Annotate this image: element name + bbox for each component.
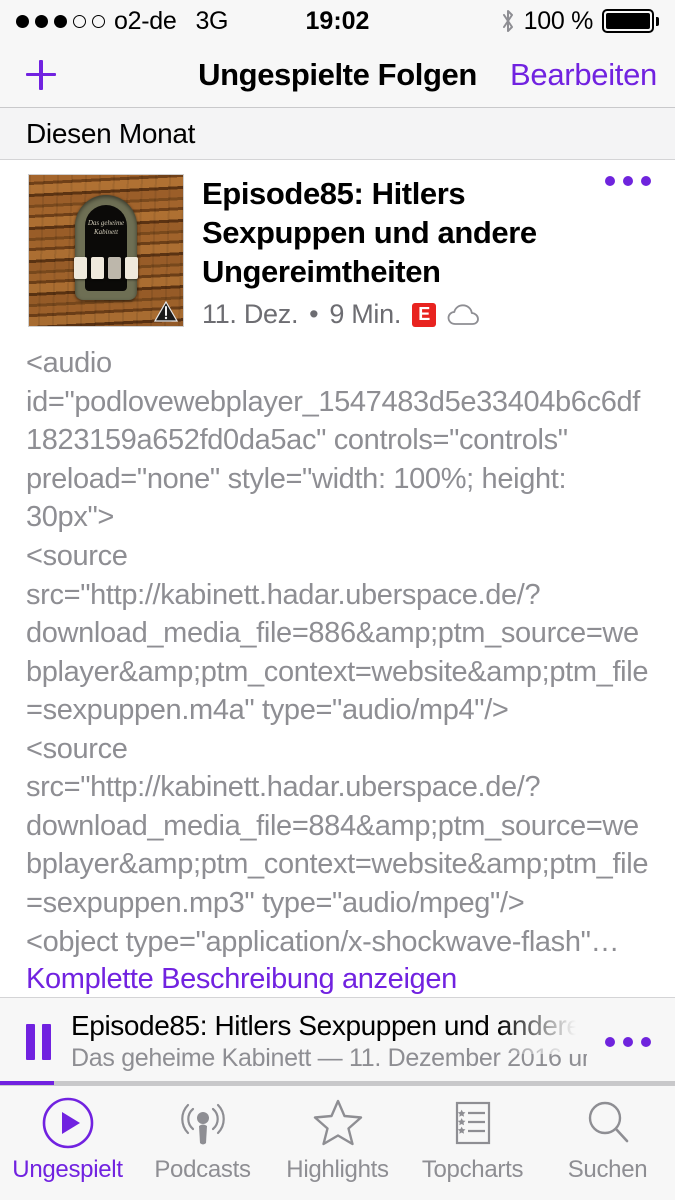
add-podcast-button[interactable] xyxy=(18,52,64,98)
tab-label: Suchen xyxy=(567,1156,648,1183)
warning-triangle-icon xyxy=(154,300,178,322)
description-line: <audio id="podlovewebplayer_1547483d5e33… xyxy=(26,347,640,534)
episode-info: Episode85: Hitlers Sexpuppen und andere … xyxy=(184,174,653,330)
episode-cell[interactable]: Das geheime Kabinett Episode85: Hitlers … xyxy=(0,160,675,1085)
tab-bar: Ungespielt Podcasts Highlights Topcharts… xyxy=(0,1085,675,1200)
status-bar-left: o2-de 3G xyxy=(16,6,229,36)
title-fade-overlay xyxy=(497,1010,587,1054)
meta-separator: • xyxy=(309,299,319,330)
play-circle-icon xyxy=(41,1095,95,1151)
artwork-title-text: Das geheime Kabinett xyxy=(87,219,125,237)
battery-icon xyxy=(602,9,659,33)
navigation-bar: Ungespielte Folgen Bearbeiten xyxy=(0,42,675,108)
star-icon xyxy=(311,1095,365,1151)
tab-label: Podcasts xyxy=(154,1156,251,1183)
tab-podcasts[interactable]: Podcasts xyxy=(135,1095,270,1184)
episode-meta-row: 11. Dez. • 9 Min. E xyxy=(202,299,645,330)
description-line: <source src="http://kabinett.hadar.ubers… xyxy=(26,539,649,727)
tab-ungespielt[interactable]: Ungespielt xyxy=(0,1095,135,1184)
status-bar-right: 100 % xyxy=(501,7,659,36)
description-line: <source src="http://kabinett.hadar.ubers… xyxy=(26,732,649,920)
network-type-label: 3G xyxy=(195,6,229,35)
cloud-download-icon[interactable] xyxy=(447,303,480,327)
section-header: Diesen Monat xyxy=(0,108,675,160)
explicit-badge: E xyxy=(412,302,437,327)
episode-date: 11. Dez. xyxy=(202,299,299,330)
episode-more-button[interactable] xyxy=(605,176,651,186)
episode-title: Episode85: Hitlers Sexpuppen und andere … xyxy=(202,176,537,290)
battery-percent-label: 100 % xyxy=(523,6,594,35)
mini-player-text: Episode85: Hitlers Sexpuppen und andere … xyxy=(71,1010,587,1073)
charts-list-icon xyxy=(446,1095,500,1151)
status-bar: o2-de 3G 19:02 100 % xyxy=(0,0,675,42)
tab-topcharts[interactable]: Topcharts xyxy=(405,1095,540,1184)
tab-highlights[interactable]: Highlights xyxy=(270,1095,405,1184)
episode-header-row: Das geheime Kabinett Episode85: Hitlers … xyxy=(0,174,675,330)
pause-button[interactable] xyxy=(26,1023,51,1060)
episode-artwork[interactable]: Das geheime Kabinett xyxy=(28,174,184,327)
artwork-keyhole: Das geheime Kabinett xyxy=(74,195,138,300)
mini-player-more-button[interactable] xyxy=(605,1036,651,1047)
episode-description: <audio id="podlovewebplayer_1547483d5e33… xyxy=(0,330,675,961)
description-line: <object type="application/x-shockwave-fl… xyxy=(26,925,620,958)
episode-duration: 9 Min. xyxy=(329,299,402,330)
show-full-description-link[interactable]: Komplette Beschreibung anzeigen xyxy=(0,961,675,996)
mini-player[interactable]: Episode85: Hitlers Sexpuppen und andere … xyxy=(0,997,675,1085)
tab-suchen[interactable]: Suchen xyxy=(540,1095,675,1184)
tab-label: Ungespielt xyxy=(12,1156,123,1183)
edit-button[interactable]: Bearbeiten xyxy=(510,57,657,93)
search-icon xyxy=(581,1095,635,1151)
podcast-icon xyxy=(176,1095,230,1151)
bluetooth-icon xyxy=(502,10,513,32)
artwork-blocks xyxy=(74,257,138,279)
signal-strength-icon xyxy=(16,14,105,28)
app-screen: o2-de 3G 19:02 100 % Ungespielte Folgen … xyxy=(0,0,675,1200)
carrier-label: o2-de xyxy=(114,6,177,35)
tab-label: Highlights xyxy=(286,1156,389,1183)
tab-label: Topcharts xyxy=(421,1156,524,1183)
